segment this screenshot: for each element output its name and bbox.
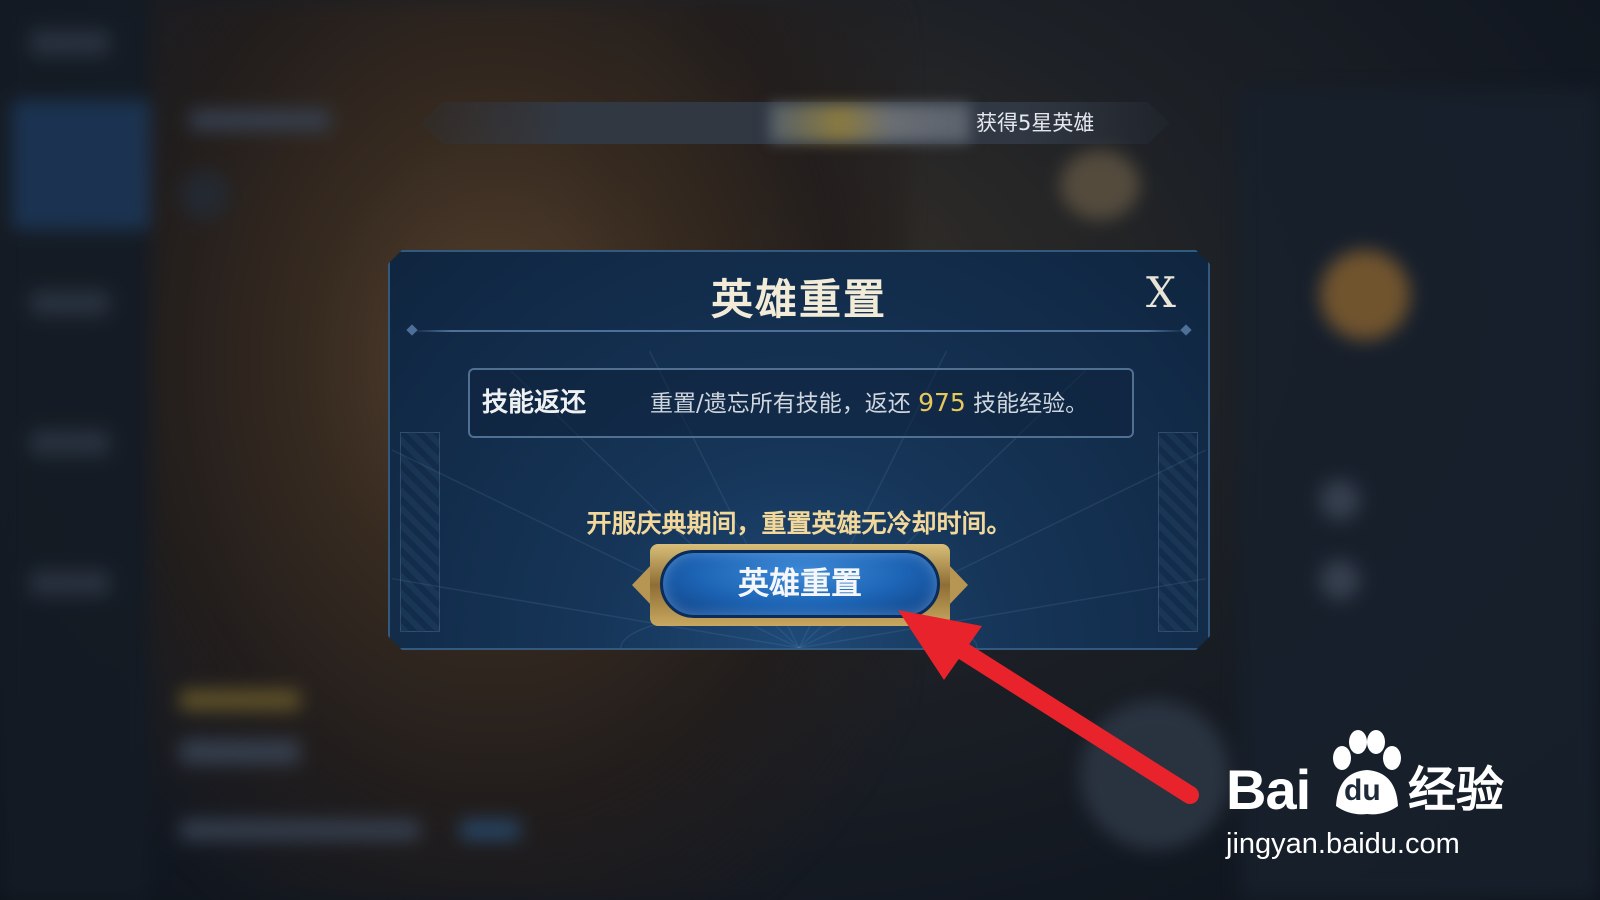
background-sidebar-item	[30, 30, 110, 56]
banner-text: 获得5星英雄	[976, 111, 1095, 135]
background-icon	[1320, 560, 1360, 600]
background-label	[190, 110, 330, 130]
hero-reset-button[interactable]: 英雄重置	[660, 550, 940, 618]
skill-refund-description: 重置/遗忘所有技能，返还 975 技能经验。	[650, 370, 1088, 436]
watermark-brand-left: Bai	[1226, 758, 1311, 821]
background-orb	[1080, 700, 1230, 850]
button-wing-left	[632, 564, 652, 606]
background-label	[180, 690, 300, 710]
background-sidebar-item	[30, 570, 110, 596]
background-label	[180, 820, 420, 840]
close-icon[interactable]: X	[1140, 272, 1182, 314]
button-wing-right	[948, 564, 968, 606]
background-sidebar-item	[30, 290, 110, 316]
background-label	[180, 740, 300, 764]
background-sidebar-active	[12, 100, 150, 230]
watermark-brand-paw: du	[1344, 774, 1381, 807]
background-orb	[1320, 250, 1410, 340]
background-orb	[1060, 150, 1140, 220]
background-label	[460, 820, 520, 840]
dialog-title: 英雄重置	[710, 275, 887, 324]
cooldown-notice: 开服庆典期间，重置英雄无冷却时间。	[586, 509, 1012, 538]
skill-refund-desc-prefix: 重置/遗忘所有技能，返还	[650, 391, 911, 417]
skill-refund-label: 技能返还	[482, 388, 587, 418]
baidu-watermark: Bai du 经验 jingyan.baidu.com	[1226, 728, 1526, 868]
background-orb	[180, 170, 230, 220]
skill-refund-amount: 975	[918, 388, 966, 417]
skill-refund-box: 技能返还 重置/遗忘所有技能，返还 975 技能经验。	[468, 368, 1134, 438]
background-icon	[1320, 480, 1360, 520]
title-divider	[412, 330, 1186, 332]
reset-button-frame: 英雄重置	[632, 544, 968, 626]
background-sidebar-item	[30, 430, 110, 456]
hero-reset-dialog: 英雄重置 X 技能返还 重置/遗忘所有技能，返还 975 技能经验。 开服庆典期…	[388, 250, 1210, 650]
watermark-url: jingyan.baidu.com	[1226, 828, 1460, 860]
banner-blurred-content	[770, 104, 970, 142]
skill-refund-desc-suffix: 技能经验。	[973, 391, 1089, 417]
watermark-brand-right: 经验	[1408, 762, 1505, 818]
